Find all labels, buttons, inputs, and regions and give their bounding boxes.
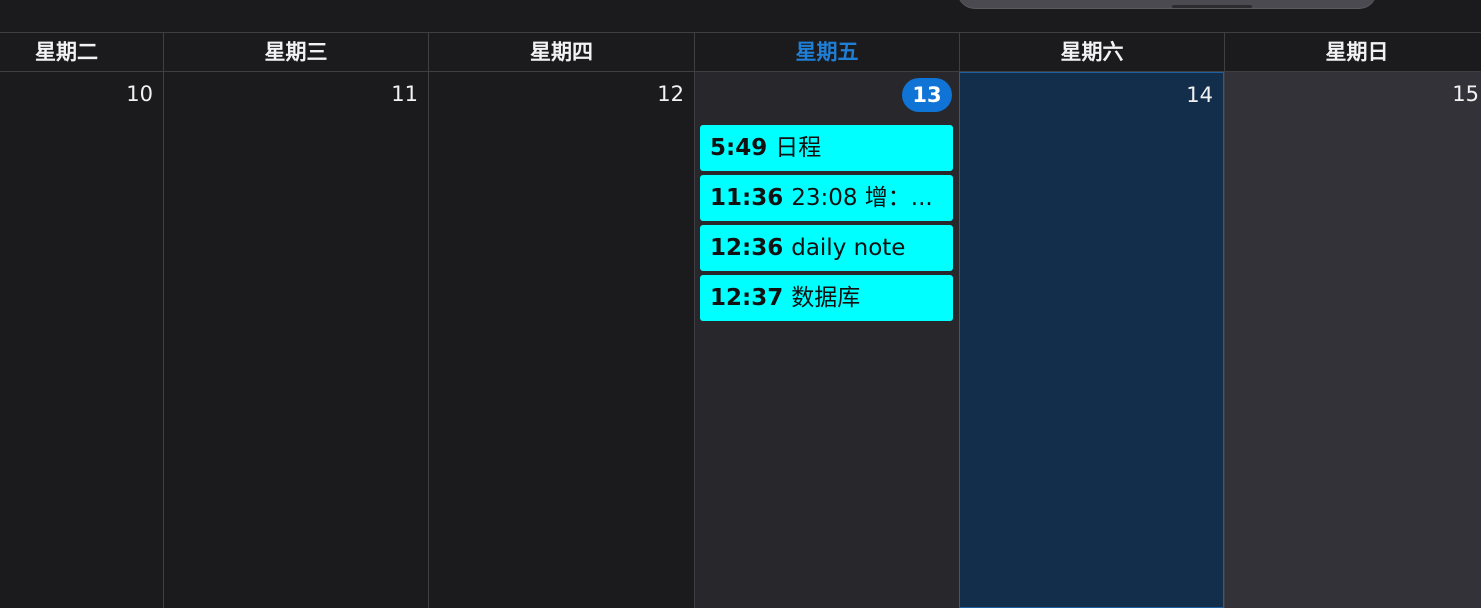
event-time: 12:37 [710, 285, 784, 311]
calendar-week-view: 星期二 星期三 星期四 星期五 星期六 星期日 10 11 12 13 5:49… [0, 32, 1481, 608]
calendar-event[interactable]: 12:36 daily note [700, 225, 953, 271]
weekday-header-sat: 星期六 [959, 33, 1224, 72]
today-badge: 13 [902, 78, 952, 112]
day-cell-14-selected[interactable]: 14 [959, 72, 1224, 608]
view-switcher-handle[interactable] [1172, 5, 1252, 8]
day-number: 14 [1186, 83, 1213, 107]
event-title: 数据库 [791, 285, 861, 311]
weekday-header-fri: 星期五 [694, 33, 959, 72]
event-time: 5:49 [710, 135, 768, 161]
day-cell-15[interactable]: 15 [1224, 72, 1481, 608]
event-title: daily note [791, 235, 906, 261]
day-number: 11 [391, 82, 418, 106]
calendar-event[interactable]: 5:49 日程 [700, 125, 953, 171]
day-number: 15 [1452, 82, 1479, 106]
event-title: 23:08 增：... [791, 185, 933, 211]
day-cell-11[interactable]: 11 [163, 72, 428, 608]
weekday-header-tue: 星期二 [35, 40, 98, 64]
calendar-event[interactable]: 12:37 数据库 [700, 275, 953, 321]
calendar-event[interactable]: 11:36 23:08 增：... [700, 175, 953, 221]
day-number: 10 [126, 82, 153, 106]
weekday-header-row: 星期二 星期三 星期四 星期五 星期六 星期日 [0, 32, 1481, 72]
day-cell-12[interactable]: 12 [428, 72, 694, 608]
event-time: 12:36 [710, 235, 784, 261]
weekday-header-thu: 星期四 [428, 33, 694, 72]
top-toolbar [0, 0, 1481, 32]
weekday-header-wed: 星期三 [163, 33, 428, 72]
day-number: 12 [657, 82, 684, 106]
view-switcher[interactable] [957, 0, 1377, 8]
day-cell-13-today[interactable]: 13 5:49 日程 11:36 23:08 增：... 12:36 daily no… [694, 72, 959, 608]
weekday-header-sun: 星期日 [1224, 33, 1481, 72]
event-time: 11:36 [710, 185, 784, 211]
week-days-row: 10 11 12 13 5:49 日程 11:36 23:08 增：... 12:3… [0, 72, 1481, 608]
day-cell-10[interactable]: 10 [0, 72, 163, 608]
event-title: 日程 [775, 135, 822, 161]
